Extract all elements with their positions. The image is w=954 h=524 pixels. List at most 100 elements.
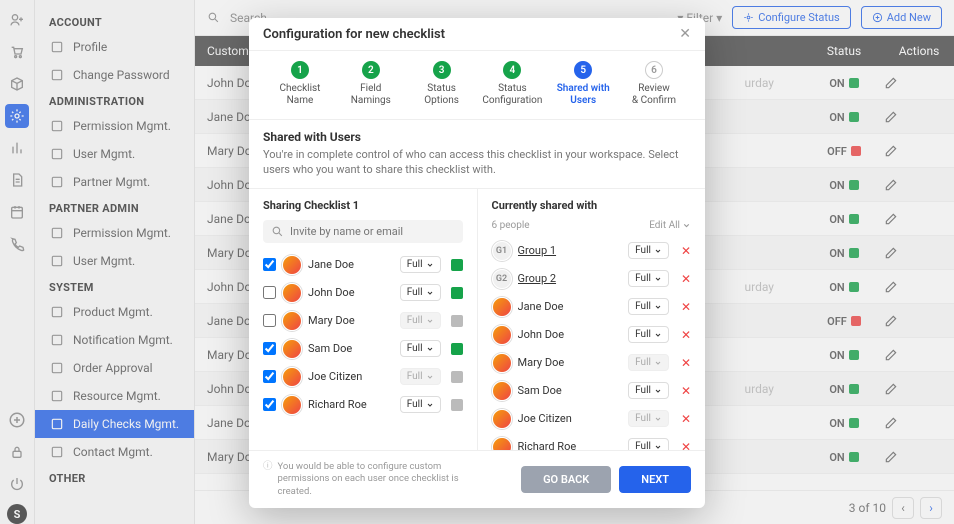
step[interactable]: 2FieldNamings bbox=[338, 61, 404, 107]
user-name: Group 2 bbox=[518, 272, 623, 285]
step[interactable]: 3StatusOptions bbox=[409, 61, 475, 107]
go-back-button[interactable]: GO BACK bbox=[521, 466, 611, 493]
info-icon: ⓘ bbox=[263, 461, 273, 498]
avatar bbox=[282, 395, 302, 415]
remove-user-button[interactable]: ✕ bbox=[681, 412, 691, 426]
permission-select[interactable]: Full bbox=[400, 284, 441, 301]
status-square bbox=[451, 315, 463, 327]
sharing-title: Sharing Checklist 1 bbox=[263, 199, 463, 212]
remove-user-button[interactable]: ✕ bbox=[681, 440, 691, 450]
stepper: 1ChecklistName2FieldNamings3StatusOption… bbox=[249, 51, 705, 120]
user-checkbox[interactable] bbox=[263, 342, 276, 355]
permission-select[interactable]: Full bbox=[628, 438, 669, 450]
permission-select[interactable]: Full bbox=[400, 396, 441, 413]
shared-user-row: G2 Group 2 Full ✕ bbox=[492, 265, 692, 293]
remove-user-button[interactable]: ✕ bbox=[681, 328, 691, 342]
avatar bbox=[282, 311, 302, 331]
modal-overlay: Configuration for new checklist ✕ 1Check… bbox=[0, 0, 954, 524]
user-name: Jane Doe bbox=[308, 258, 394, 271]
permission-select[interactable]: Full bbox=[628, 242, 669, 259]
status-square bbox=[451, 259, 463, 271]
shared-count: 6 people bbox=[492, 220, 530, 231]
permission-select[interactable]: Full bbox=[628, 326, 669, 343]
group-avatar: G2 bbox=[492, 269, 512, 289]
avatar bbox=[282, 367, 302, 387]
user-checkbox[interactable] bbox=[263, 314, 276, 327]
config-modal: Configuration for new checklist ✕ 1Check… bbox=[249, 18, 705, 508]
edit-all-button[interactable]: Edit All bbox=[649, 220, 691, 231]
share-user-row: John Doe Full bbox=[263, 279, 463, 307]
section-title: Shared with Users bbox=[263, 130, 691, 144]
next-button[interactable]: NEXT bbox=[619, 466, 691, 493]
permission-select[interactable]: Full bbox=[628, 382, 669, 399]
user-checkbox[interactable] bbox=[263, 370, 276, 383]
share-user-row: Richard Roe Full bbox=[263, 391, 463, 419]
permission-select: Full bbox=[400, 368, 441, 385]
permission-select: Full bbox=[628, 410, 669, 427]
user-name: Mary Doe bbox=[308, 314, 394, 327]
avatar bbox=[282, 255, 302, 275]
share-user-row: Joe Citizen Full bbox=[263, 363, 463, 391]
close-icon[interactable]: ✕ bbox=[679, 26, 691, 42]
shared-user-row: John Doe Full ✕ bbox=[492, 321, 692, 349]
shared-user-row: Jane Doe Full ✕ bbox=[492, 293, 692, 321]
section-desc: You're in complete control of who can ac… bbox=[263, 148, 691, 178]
shared-user-row: Mary Doe Full ✕ bbox=[492, 349, 692, 377]
user-name: Richard Roe bbox=[518, 440, 623, 450]
step[interactable]: 4StatusConfiguration bbox=[479, 61, 545, 107]
status-square bbox=[451, 399, 463, 411]
permission-select[interactable]: Full bbox=[628, 298, 669, 315]
shared-user-row: Joe Citizen Full ✕ bbox=[492, 405, 692, 433]
avatar bbox=[492, 409, 512, 429]
status-square bbox=[451, 343, 463, 355]
user-name: John Doe bbox=[308, 286, 394, 299]
user-name: Group 1 bbox=[518, 244, 623, 257]
invite-input-wrap[interactable] bbox=[263, 220, 463, 243]
modal-title: Configuration for new checklist bbox=[263, 27, 445, 42]
user-name: Mary Doe bbox=[518, 356, 623, 369]
user-name: Joe Citizen bbox=[518, 412, 623, 425]
foot-note: ⓘ You would be able to configure custom … bbox=[263, 461, 463, 498]
currently-shared-title: Currently shared with bbox=[492, 199, 692, 212]
permission-select: Full bbox=[400, 312, 441, 329]
group-avatar: G1 bbox=[492, 241, 512, 261]
user-name: Joe Citizen bbox=[308, 370, 394, 383]
user-checkbox[interactable] bbox=[263, 258, 276, 271]
remove-user-button[interactable]: ✕ bbox=[681, 356, 691, 370]
user-name: John Doe bbox=[518, 328, 623, 341]
shared-user-row: Sam Doe Full ✕ bbox=[492, 377, 692, 405]
avatar bbox=[492, 353, 512, 373]
user-checkbox[interactable] bbox=[263, 286, 276, 299]
user-name: Jane Doe bbox=[518, 300, 623, 313]
user-name: Richard Roe bbox=[308, 398, 394, 411]
sharing-right-col: Currently shared with 6 people Edit All … bbox=[478, 189, 706, 450]
step[interactable]: 5Shared withUsers bbox=[550, 61, 616, 107]
avatar bbox=[282, 283, 302, 303]
user-name: Sam Doe bbox=[518, 384, 623, 397]
permission-select[interactable]: Full bbox=[400, 340, 441, 357]
step[interactable]: 6Review& Confirm bbox=[621, 61, 687, 107]
share-user-row: Jane Doe Full bbox=[263, 251, 463, 279]
invite-input[interactable] bbox=[290, 225, 455, 238]
sharing-left-col: Sharing Checklist 1 Jane Doe Full John Do… bbox=[249, 189, 478, 450]
step[interactable]: 1ChecklistName bbox=[267, 61, 333, 107]
permission-select[interactable]: Full bbox=[628, 270, 669, 287]
permission-select: Full bbox=[628, 354, 669, 371]
remove-user-button[interactable]: ✕ bbox=[681, 384, 691, 398]
remove-user-button[interactable]: ✕ bbox=[681, 244, 691, 258]
avatar bbox=[492, 297, 512, 317]
avatar bbox=[492, 381, 512, 401]
avatar bbox=[492, 325, 512, 345]
avatar bbox=[282, 339, 302, 359]
remove-user-button[interactable]: ✕ bbox=[681, 300, 691, 314]
user-checkbox[interactable] bbox=[263, 398, 276, 411]
remove-user-button[interactable]: ✕ bbox=[681, 272, 691, 286]
status-square bbox=[451, 287, 463, 299]
avatar bbox=[492, 437, 512, 450]
permission-select[interactable]: Full bbox=[400, 256, 441, 273]
share-user-row: Mary Doe Full bbox=[263, 307, 463, 335]
status-square bbox=[451, 371, 463, 383]
shared-user-row: Richard Roe Full ✕ bbox=[492, 433, 692, 450]
user-name: Sam Doe bbox=[308, 342, 394, 355]
share-user-row: Sam Doe Full bbox=[263, 335, 463, 363]
